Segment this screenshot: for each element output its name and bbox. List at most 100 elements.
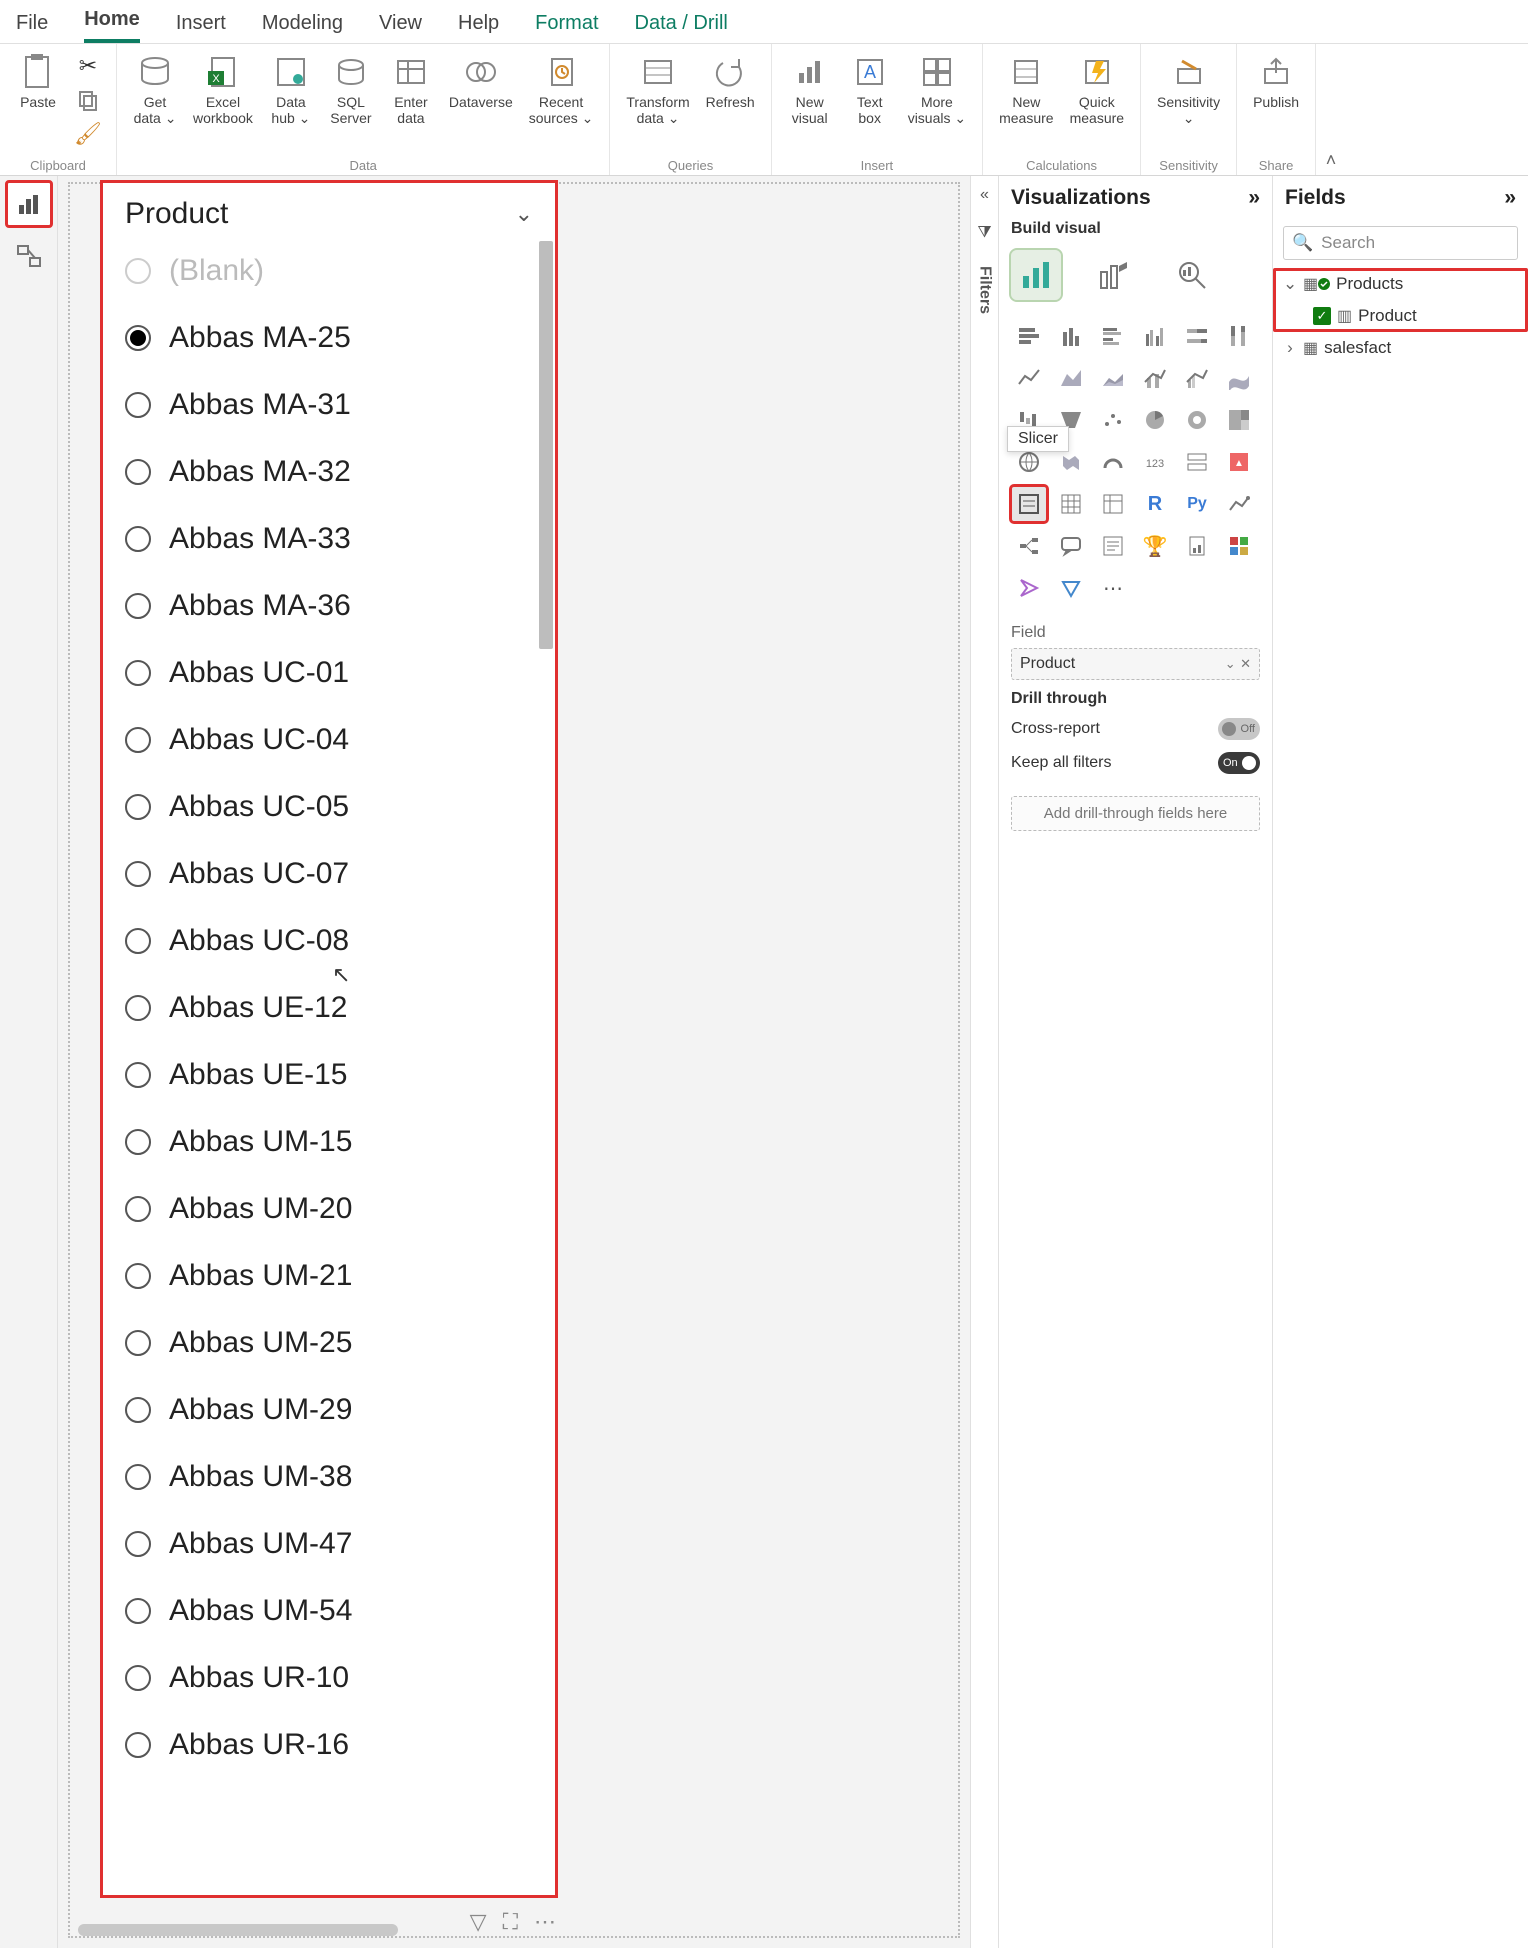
filters-collapsed[interactable]: « ⧩ Filters (970, 176, 998, 1948)
more-options-icon[interactable]: ⋯ (534, 1909, 556, 1935)
radio-icon[interactable] (125, 861, 151, 887)
slicer-item[interactable]: Abbas UC-05 (125, 773, 539, 840)
remove-field-icon[interactable]: ✕ (1240, 656, 1251, 671)
radio-icon[interactable] (125, 1196, 151, 1222)
sql-server-button[interactable]: SQL Server (321, 48, 381, 130)
slicer-item[interactable]: Abbas UC-08 (125, 907, 539, 974)
slicer-item[interactable]: Abbas UE-12 (125, 974, 539, 1041)
slicer-item[interactable]: Abbas UC-07 (125, 840, 539, 907)
radio-icon[interactable] (125, 1397, 151, 1423)
radio-icon[interactable] (125, 995, 151, 1021)
viz-power-automate[interactable] (1011, 570, 1047, 606)
slicer-visual[interactable]: Product ⌄ (Blank)Abbas MA-25Abbas MA-31A… (102, 182, 556, 1896)
format-visual-mode[interactable] (1089, 250, 1139, 300)
radio-icon[interactable] (125, 660, 151, 686)
recent-sources-button[interactable]: Recent sources ⌄ (521, 48, 602, 130)
viz-decomposition[interactable] (1011, 528, 1047, 564)
viz-multi-row-card[interactable] (1179, 444, 1215, 480)
slicer-item[interactable]: Abbas MA-25 (125, 304, 539, 371)
radio-icon[interactable] (125, 1062, 151, 1088)
radio-icon[interactable] (125, 928, 151, 954)
checkbox-checked-icon[interactable]: ✓ (1313, 307, 1331, 325)
build-visual-mode[interactable] (1011, 250, 1061, 300)
viz-get-more[interactable]: ⋯ (1095, 570, 1131, 606)
new-visual-button[interactable]: New visual (780, 48, 840, 130)
viz-qna[interactable] (1053, 528, 1089, 564)
radio-icon[interactable] (125, 1464, 151, 1490)
viz-line-stacked[interactable] (1137, 360, 1173, 396)
radio-icon[interactable] (125, 392, 151, 418)
viz-matrix[interactable] (1095, 486, 1131, 522)
viz-treemap[interactable] (1221, 402, 1257, 438)
collapse-panel-icon[interactable]: » (1248, 186, 1260, 210)
viz-clustered-bar[interactable] (1095, 318, 1131, 354)
text-box-button[interactable]: AText box (840, 48, 900, 130)
radio-icon[interactable] (125, 1263, 151, 1289)
format-painter-icon[interactable]: 🖌 (74, 120, 102, 148)
viz-gauge[interactable] (1095, 444, 1131, 480)
tab-view[interactable]: View (379, 4, 422, 43)
radio-icon[interactable] (125, 325, 151, 351)
viz-100-column[interactable] (1221, 318, 1257, 354)
collapse-panel-icon[interactable]: » (1504, 186, 1516, 210)
sensitivity-button[interactable]: Sensitivity ⌄ (1149, 48, 1228, 130)
radio-icon[interactable] (125, 1665, 151, 1691)
viz-power-apps[interactable] (1221, 528, 1257, 564)
slicer-item[interactable]: (Blank) (125, 237, 539, 304)
table-products[interactable]: ⌄ ▦ Products (1273, 268, 1528, 300)
slicer-item[interactable]: Abbas MA-32 (125, 438, 539, 505)
radio-icon[interactable] (125, 1531, 151, 1557)
slicer-item[interactable]: Abbas UE-15 (125, 1041, 539, 1108)
viz-line-clustered[interactable] (1179, 360, 1215, 396)
viz-100-bar[interactable] (1179, 318, 1215, 354)
viz-pie[interactable] (1137, 402, 1173, 438)
radio-icon[interactable] (125, 727, 151, 753)
slicer-item[interactable]: Abbas UC-04 (125, 706, 539, 773)
viz-python[interactable]: Py (1179, 486, 1215, 522)
tab-file[interactable]: File (16, 4, 48, 43)
analytics-mode[interactable] (1167, 250, 1217, 300)
viz-r[interactable]: R (1137, 486, 1173, 522)
radio-icon[interactable] (125, 1732, 151, 1758)
paste-button[interactable]: Paste (8, 48, 68, 114)
publish-button[interactable]: Publish (1245, 48, 1307, 114)
viz-clustered-column[interactable] (1137, 318, 1173, 354)
viz-goals[interactable]: 🏆 (1137, 528, 1173, 564)
new-measure-button[interactable]: New measure (991, 48, 1061, 130)
chevron-down-icon[interactable]: ⌄ (515, 201, 533, 227)
slicer-item[interactable]: Abbas UM-25 (125, 1309, 539, 1376)
collapse-ribbon[interactable]: ˄ (1316, 44, 1346, 175)
slicer-item[interactable]: Abbas UM-15 (125, 1108, 539, 1175)
slicer-item[interactable]: Abbas UM-29 (125, 1376, 539, 1443)
tab-modeling[interactable]: Modeling (262, 4, 343, 43)
slicer-item[interactable]: Abbas UM-38 (125, 1443, 539, 1510)
slicer-item[interactable]: Abbas MA-36 (125, 572, 539, 639)
viz-key-influencers[interactable] (1221, 486, 1257, 522)
radio-icon[interactable] (125, 258, 151, 284)
drill-through-drop[interactable]: Add drill-through fields here (1011, 796, 1260, 831)
viz-stacked-column[interactable] (1053, 318, 1089, 354)
viz-kpi[interactable]: ▲ (1221, 444, 1257, 480)
cut-icon[interactable]: ✂ (74, 52, 102, 80)
tab-insert[interactable]: Insert (176, 4, 226, 43)
viz-table[interactable] (1053, 486, 1089, 522)
viz-paginated[interactable] (1179, 528, 1215, 564)
viz-line[interactable] (1011, 360, 1047, 396)
more-visuals-button[interactable]: More visuals ⌄ (900, 48, 974, 130)
tab-help[interactable]: Help (458, 4, 499, 43)
viz-azure-map[interactable] (1053, 570, 1089, 606)
radio-icon[interactable] (125, 1330, 151, 1356)
radio-icon[interactable] (125, 1129, 151, 1155)
viz-ribbon[interactable] (1221, 360, 1257, 396)
slicer-item[interactable]: Abbas UC-01 (125, 639, 539, 706)
viz-stacked-bar[interactable] (1011, 318, 1047, 354)
viz-stacked-area[interactable] (1095, 360, 1131, 396)
slicer-item[interactable]: Abbas UM-54 (125, 1577, 539, 1644)
keep-filters-toggle[interactable]: On (1218, 752, 1260, 774)
fields-search[interactable]: 🔍 Search (1283, 226, 1518, 260)
table-salesfact[interactable]: › ▦ salesfact (1273, 332, 1528, 364)
slicer-item[interactable]: Abbas UM-21 (125, 1242, 539, 1309)
cross-report-toggle[interactable]: Off (1218, 718, 1260, 740)
slicer-item[interactable]: Abbas UR-16 (125, 1711, 539, 1778)
slicer-item[interactable]: Abbas UM-47 (125, 1510, 539, 1577)
